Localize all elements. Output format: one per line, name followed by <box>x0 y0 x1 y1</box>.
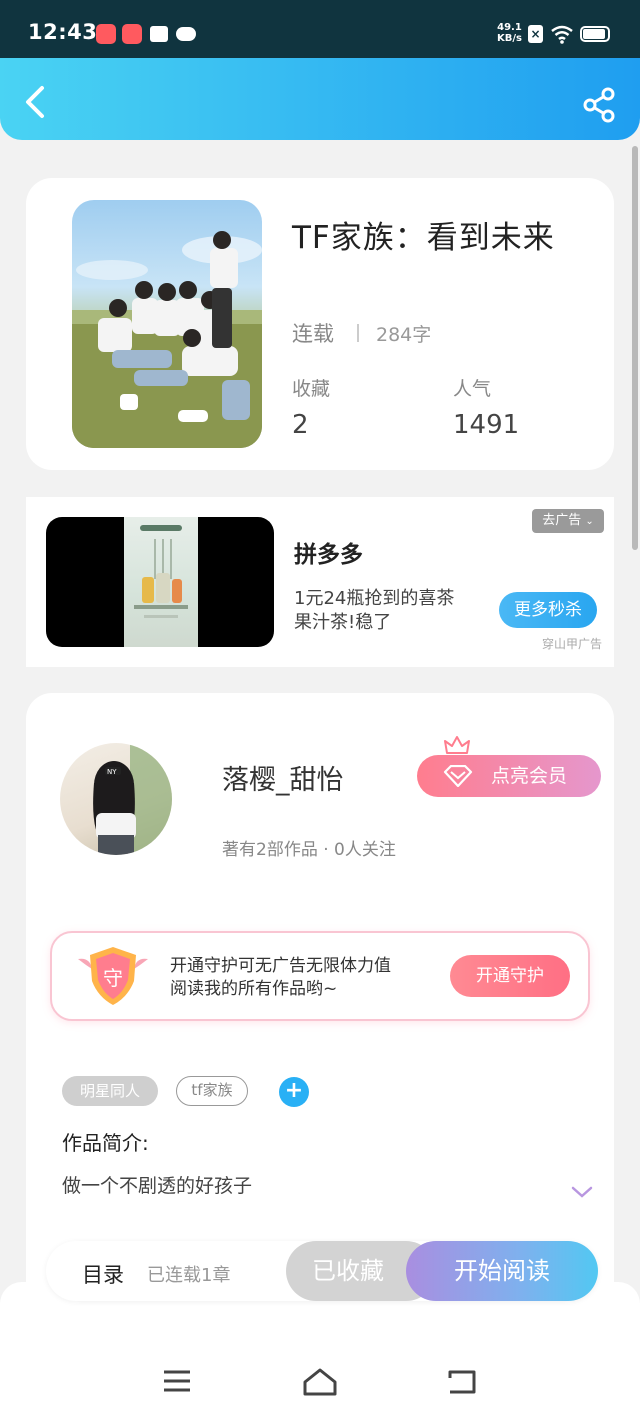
ad-title: 拼多多 <box>294 542 363 568</box>
status-bar: 12:43 49.1 KB/s × <box>0 0 640 58</box>
chapter-status: 已连载1章 <box>147 1265 231 1286</box>
top-header <box>0 58 640 140</box>
intro-label: 作品简介: <box>62 1131 149 1155</box>
guard-promo-banner[interactable]: 守 开通守护可无广告无限体力值 阅读我的所有作品哟~ 开通守护 <box>50 931 590 1021</box>
book-status: 连载 <box>292 322 334 346</box>
tag-chip[interactable]: tf家族 <box>176 1076 248 1106</box>
activate-vip-button[interactable]: 点亮会员 <box>417 755 601 797</box>
tag-chip[interactable]: 明星同人 <box>62 1076 158 1106</box>
ad-poster-image <box>124 517 198 647</box>
favorites-count: 2 <box>292 410 309 440</box>
home-icon[interactable] <box>301 1366 339 1396</box>
book-cover-image[interactable] <box>72 200 262 448</box>
battery-icon <box>580 26 610 42</box>
network-speed-value: 49.1 <box>497 22 522 33</box>
popularity-label: 人气 <box>453 378 492 400</box>
start-reading-button[interactable]: 开始阅读 <box>406 1241 598 1301</box>
intro-text: 做一个不剧透的好孩子 <box>62 1175 253 1197</box>
cloud-icon <box>176 27 196 41</box>
chevron-down-icon: ⌄ <box>585 516 594 527</box>
cover-figures <box>72 231 262 448</box>
remove-ad-button[interactable]: 去广告 ⌄ <box>532 509 604 533</box>
app-icon <box>122 24 142 44</box>
app-icon <box>96 24 116 44</box>
author-avatar[interactable]: NY <box>60 743 172 855</box>
menu-icon[interactable] <box>162 1368 192 1394</box>
system-nav-bar <box>0 1282 640 1422</box>
guard-text-line2: 阅读我的所有作品哟~ <box>170 979 338 999</box>
chevron-down-icon[interactable] <box>570 1185 594 1199</box>
svg-text:NY: NY <box>107 768 117 776</box>
diamond-icon <box>443 765 473 787</box>
ad-description: 1元24瓶抢到的喜茶果汁茶!稳了 <box>294 588 455 633</box>
crown-icon <box>444 736 470 757</box>
back-nav-icon[interactable] <box>446 1368 478 1396</box>
activate-guard-button[interactable]: 开通守护 <box>450 955 570 997</box>
ad-video[interactable] <box>46 517 274 647</box>
scrollbar[interactable] <box>632 146 638 550</box>
ad-source-label: 穿山甲广告 <box>542 637 603 651</box>
no-sim-icon: × <box>528 25 543 43</box>
book-info-card: TF家族：看到未来 连载 284字 收藏 2 人气 1491 <box>26 178 614 470</box>
wifi-icon <box>551 25 573 44</box>
add-tag-button[interactable]: + <box>279 1077 309 1107</box>
ad-cta-button[interactable]: 更多秒杀 <box>499 592 597 628</box>
popularity-count: 1491 <box>453 410 520 440</box>
guard-shield-icon: 守 <box>78 947 148 1005</box>
author-meta: 著有2部作品 · 0人关注 <box>222 840 396 860</box>
guard-badge-char: 守 <box>103 966 123 990</box>
network-speed-unit: KB/s <box>497 33 522 44</box>
favorites-label: 收藏 <box>292 378 331 400</box>
reading-action-bar: 目录 已连载1章 已收藏 开始阅读 <box>46 1241 598 1301</box>
notification-icon <box>150 26 168 42</box>
status-time: 12:43 <box>28 20 98 44</box>
network-speed: 49.1 KB/s <box>497 22 522 44</box>
share-icon[interactable] <box>580 86 618 124</box>
author-name[interactable]: 落樱_甜怡 <box>222 758 344 797</box>
guard-text-line1: 开通守护可无广告无限体力值 <box>170 956 391 976</box>
divider <box>357 324 359 342</box>
table-of-contents-button[interactable]: 目录 <box>82 1259 124 1289</box>
activate-vip-label: 点亮会员 <box>491 765 568 787</box>
ad-banner[interactable]: 拼多多 1元24瓶抢到的喜茶果汁茶!稳了 去广告 ⌄ 更多秒杀 穿山甲广告 <box>26 497 614 667</box>
guard-description: 开通守护可无广告无限体力值 阅读我的所有作品哟~ <box>170 955 391 1001</box>
remove-ad-label: 去广告 <box>542 513 582 528</box>
chevron-left-icon[interactable] <box>18 82 54 122</box>
author-card: NY 落樱_甜怡 著有2部作品 · 0人关注 点亮会员 守 开通守护可无广告无限… <box>26 693 614 1313</box>
word-count: 284字 <box>376 324 432 346</box>
book-title: TF家族：看到未来 <box>292 220 555 256</box>
